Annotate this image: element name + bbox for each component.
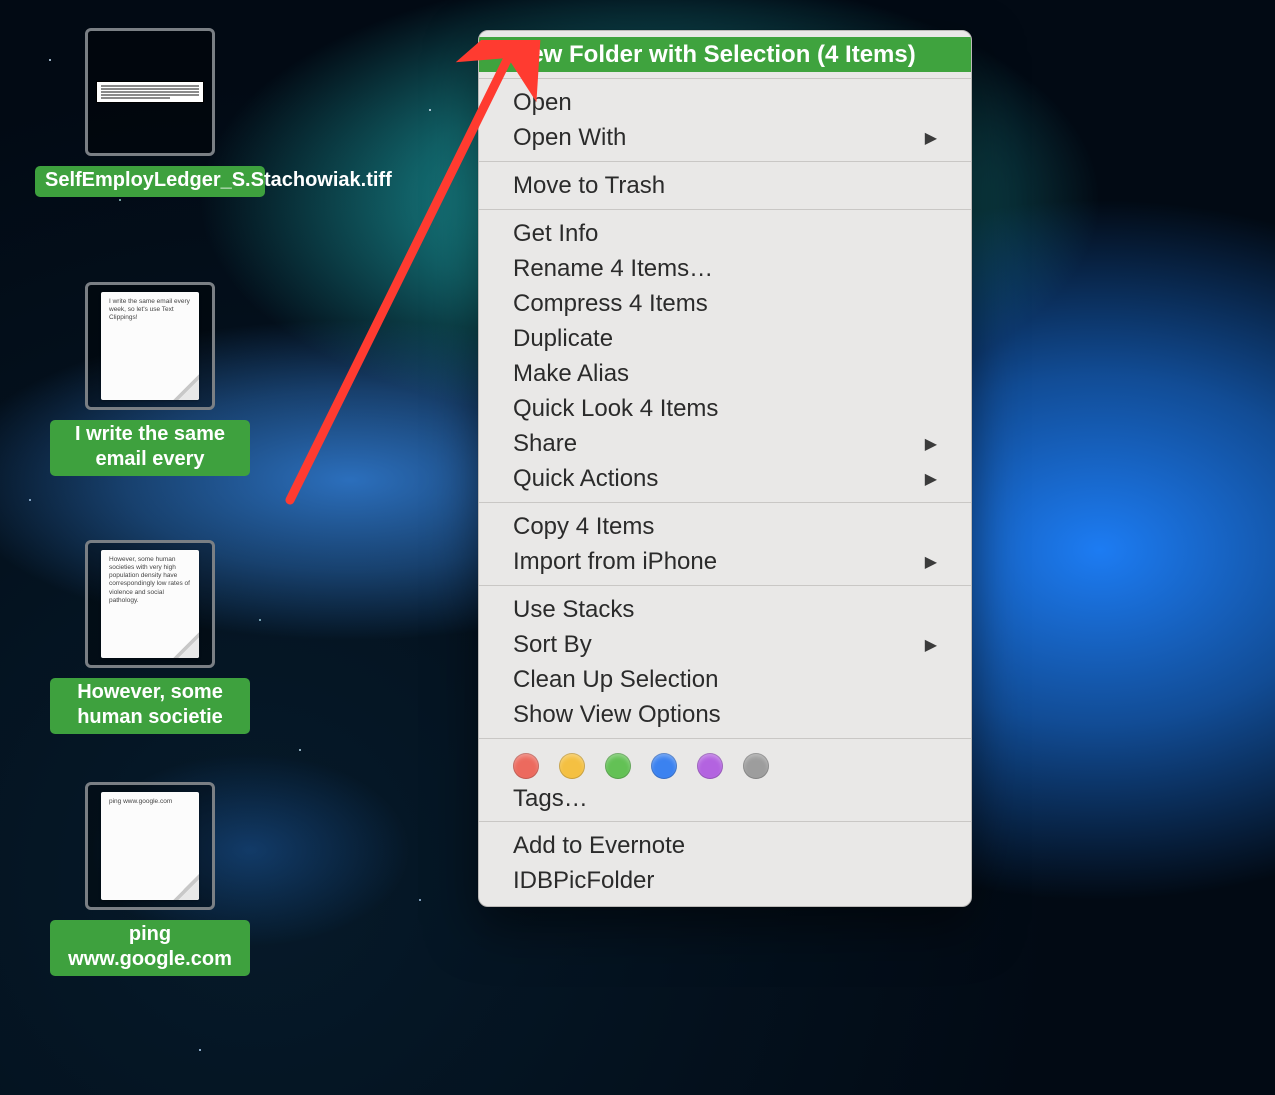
menu-separator	[479, 161, 971, 162]
menu-item-make-alias[interactable]: Make Alias	[479, 356, 971, 391]
menu-item-show-view-options[interactable]: Show View Options	[479, 697, 971, 732]
menu-item-tags[interactable]: Tags…	[479, 783, 971, 815]
menu-separator	[479, 821, 971, 822]
chevron-right-icon: ▶	[925, 434, 937, 454]
menu-item-label: IDBPicFolder	[513, 867, 654, 895]
menu-item-get-info[interactable]: Get Info	[479, 216, 971, 251]
menu-item-label: Quick Actions	[513, 465, 658, 493]
menu-item-quick-look[interactable]: Quick Look 4 Items	[479, 391, 971, 426]
desktop-icon[interactable]: SelfEmployLedger_S.Stachowiak.tiff	[50, 28, 250, 197]
menu-separator	[479, 209, 971, 210]
menu-separator	[479, 502, 971, 503]
menu-item-label: Move to Trash	[513, 172, 665, 200]
menu-item-label: Share	[513, 430, 577, 458]
chevron-right-icon: ▶	[925, 469, 937, 489]
file-label[interactable]: I write the same email every	[50, 420, 250, 476]
menu-item-label: Duplicate	[513, 325, 613, 353]
chevron-right-icon: ▶	[925, 635, 937, 655]
menu-separator	[479, 585, 971, 586]
menu-item-label: Get Info	[513, 220, 598, 248]
tag-color-gray[interactable]	[743, 753, 769, 779]
menu-separator	[479, 738, 971, 739]
menu-item-compress[interactable]: Compress 4 Items	[479, 286, 971, 321]
menu-item-copy[interactable]: Copy 4 Items	[479, 509, 971, 544]
tag-color-yellow[interactable]	[559, 753, 585, 779]
desktop-icon[interactable]: I write the same email every week, so le…	[50, 282, 250, 476]
menu-item-move-to-trash[interactable]: Move to Trash	[479, 168, 971, 203]
file-label[interactable]: ping www.google.com	[50, 920, 250, 976]
menu-item-label: Make Alias	[513, 360, 629, 388]
textclipping-preview: However, some human societies with very …	[101, 550, 199, 658]
context-menu: New Folder with Selection (4 Items) Open…	[478, 30, 972, 907]
menu-item-sort-by[interactable]: Sort By ▶	[479, 627, 971, 662]
tag-color-blue[interactable]	[651, 753, 677, 779]
tag-color-purple[interactable]	[697, 753, 723, 779]
tiff-preview	[96, 81, 204, 103]
file-thumbnail: ping www.google.com	[85, 782, 215, 910]
menu-item-new-folder-with-selection[interactable]: New Folder with Selection (4 Items)	[479, 37, 971, 72]
menu-item-add-to-evernote[interactable]: Add to Evernote	[479, 828, 971, 863]
menu-item-label: Show View Options	[513, 701, 721, 729]
desktop-icon[interactable]: ping www.google.com ping www.google.com	[50, 782, 250, 976]
menu-item-quick-actions[interactable]: Quick Actions ▶	[479, 461, 971, 496]
tag-color-red[interactable]	[513, 753, 539, 779]
file-thumbnail: I write the same email every week, so le…	[85, 282, 215, 410]
desktop-icon[interactable]: However, some human societies with very …	[50, 540, 250, 734]
textclipping-preview: ping www.google.com	[101, 792, 199, 900]
menu-item-label: Open	[513, 89, 572, 117]
menu-item-label: Import from iPhone	[513, 548, 717, 576]
menu-item-import-from-iphone[interactable]: Import from iPhone ▶	[479, 544, 971, 579]
menu-item-use-stacks[interactable]: Use Stacks	[479, 592, 971, 627]
menu-item-label: Add to Evernote	[513, 832, 685, 860]
tag-color-row	[479, 745, 971, 783]
menu-item-label: Sort By	[513, 631, 592, 659]
menu-item-clean-up-selection[interactable]: Clean Up Selection	[479, 662, 971, 697]
menu-item-label: New Folder with Selection (4 Items)	[513, 41, 916, 69]
menu-item-label: Clean Up Selection	[513, 666, 718, 694]
menu-item-label: Compress 4 Items	[513, 290, 708, 318]
menu-item-label: Rename 4 Items…	[513, 255, 713, 283]
menu-item-open[interactable]: Open	[479, 85, 971, 120]
menu-item-duplicate[interactable]: Duplicate	[479, 321, 971, 356]
menu-item-label: Use Stacks	[513, 596, 634, 624]
tag-color-green[interactable]	[605, 753, 631, 779]
menu-item-idbpicfolder[interactable]: IDBPicFolder	[479, 863, 971, 898]
chevron-right-icon: ▶	[925, 552, 937, 572]
menu-item-rename[interactable]: Rename 4 Items…	[479, 251, 971, 286]
file-thumbnail: However, some human societies with very …	[85, 540, 215, 668]
file-label[interactable]: However, some human societie	[50, 678, 250, 734]
file-thumbnail	[85, 28, 215, 156]
file-label[interactable]: SelfEmployLedger_S.Stachowiak.tiff	[35, 166, 265, 197]
menu-item-label: Tags…	[513, 785, 588, 813]
menu-item-label: Open With	[513, 124, 626, 152]
chevron-right-icon: ▶	[925, 128, 937, 148]
menu-item-label: Copy 4 Items	[513, 513, 654, 541]
menu-item-share[interactable]: Share ▶	[479, 426, 971, 461]
menu-separator	[479, 78, 971, 79]
textclipping-preview: I write the same email every week, so le…	[101, 292, 199, 400]
menu-item-label: Quick Look 4 Items	[513, 395, 718, 423]
menu-item-open-with[interactable]: Open With ▶	[479, 120, 971, 155]
